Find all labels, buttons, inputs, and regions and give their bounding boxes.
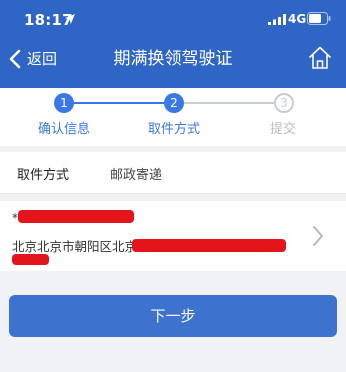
next-step-button[interactable]: 下一步 (9, 295, 337, 337)
navigation-bar: 返回 期满换领驾驶证 (0, 38, 346, 82)
pickup-method-value: 邮政寄递 (110, 168, 163, 183)
redacted-address-detail (132, 239, 286, 252)
step-1-label: 确认信息 (37, 122, 90, 137)
pickup-method-row: 取件方式 邮政寄递 (0, 152, 346, 194)
step-2-indicator: 2 (164, 93, 184, 113)
battery-icon (307, 12, 331, 25)
redacted-recipient (18, 210, 134, 223)
step-2-label: 取件方式 (147, 122, 200, 137)
chevron-right-icon[interactable] (312, 225, 324, 247)
location-arrow-icon (65, 14, 75, 24)
step-connector-completed (64, 102, 174, 104)
network-type: 4G (288, 12, 307, 26)
app-header: 18:17 4G 返回 期满换领驾驶证 (0, 0, 346, 88)
step-1-indicator: 1 (54, 93, 74, 113)
redacted-address-tail (12, 254, 49, 265)
page-title: 期满换领驾驶证 (113, 49, 233, 69)
step-3-indicator: 3 (274, 93, 294, 113)
status-bar: 18:17 4G (0, 0, 346, 38)
delivery-address-row[interactable]: * 北京北京市朝阳区北京 (0, 201, 346, 271)
home-icon[interactable] (308, 45, 332, 71)
address-prefix: 北京北京市朝阳区北京 (12, 239, 138, 254)
signal-bars-icon (268, 14, 286, 25)
step-connector-pending (174, 102, 284, 104)
progress-steps: 1 2 3 确认信息 取件方式 提交 (0, 88, 346, 146)
step-3-label: 提交 (269, 122, 296, 137)
pickup-method-label: 取件方式 (17, 168, 70, 183)
